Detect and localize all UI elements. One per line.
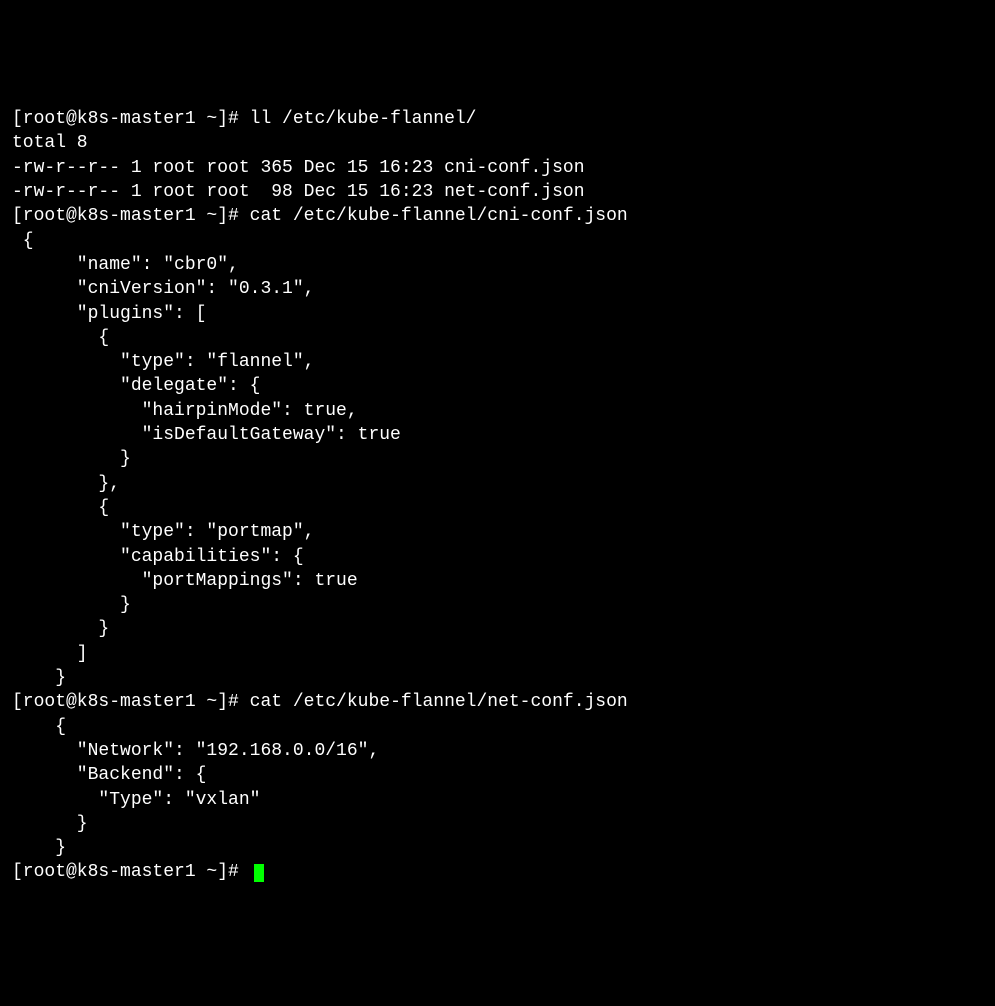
output-line: { <box>12 326 983 350</box>
output-line: "cniVersion": "0.3.1", <box>12 277 983 301</box>
shell-prompt: [root@k8s-master1 ~]# <box>12 862 250 882</box>
output-line: } <box>12 593 983 617</box>
output-line: "Network": "192.168.0.0/16", <box>12 739 983 763</box>
command-text: cat /etc/kube-flannel/cni-conf.json <box>250 206 628 226</box>
output-line: } <box>12 666 983 690</box>
output-line: -rw-r--r-- 1 root root 98 Dec 15 16:23 n… <box>12 180 983 204</box>
output-line: "Type": "vxlan" <box>12 788 983 812</box>
output-line: -rw-r--r-- 1 root root 365 Dec 15 16:23 … <box>12 156 983 180</box>
prompt-line: [root@k8s-master1 ~]# ll /etc/kube-flann… <box>12 107 983 131</box>
output-line: } <box>12 836 983 860</box>
output-line: "type": "portmap", <box>12 520 983 544</box>
prompt-line: [root@k8s-master1 ~]# <box>12 860 983 884</box>
output-line: "name": "cbr0", <box>12 253 983 277</box>
output-line: { <box>12 229 983 253</box>
output-line: total 8 <box>12 131 983 155</box>
output-line: "hairpinMode": true, <box>12 399 983 423</box>
shell-prompt: [root@k8s-master1 ~]# <box>12 206 250 226</box>
prompt-line: [root@k8s-master1 ~]# cat /etc/kube-flan… <box>12 690 983 714</box>
output-line: { <box>12 496 983 520</box>
shell-prompt: [root@k8s-master1 ~]# <box>12 109 250 129</box>
terminal-area[interactable]: [root@k8s-master1 ~]# ll /etc/kube-flann… <box>12 107 983 885</box>
output-line: } <box>12 617 983 641</box>
output-line: { <box>12 715 983 739</box>
output-line: "type": "flannel", <box>12 350 983 374</box>
prompt-line: [root@k8s-master1 ~]# cat /etc/kube-flan… <box>12 204 983 228</box>
output-line: "capabilities": { <box>12 545 983 569</box>
output-line: "plugins": [ <box>12 302 983 326</box>
output-line: ] <box>12 642 983 666</box>
shell-prompt: [root@k8s-master1 ~]# <box>12 692 250 712</box>
output-line: "delegate": { <box>12 374 983 398</box>
cursor-block <box>254 864 264 882</box>
output-line: } <box>12 812 983 836</box>
output-line: }, <box>12 472 983 496</box>
command-text: ll /etc/kube-flannel/ <box>250 109 477 129</box>
command-text: cat /etc/kube-flannel/net-conf.json <box>250 692 628 712</box>
output-line: "isDefaultGateway": true <box>12 423 983 447</box>
output-line: } <box>12 447 983 471</box>
output-line: "Backend": { <box>12 763 983 787</box>
output-line: "portMappings": true <box>12 569 983 593</box>
